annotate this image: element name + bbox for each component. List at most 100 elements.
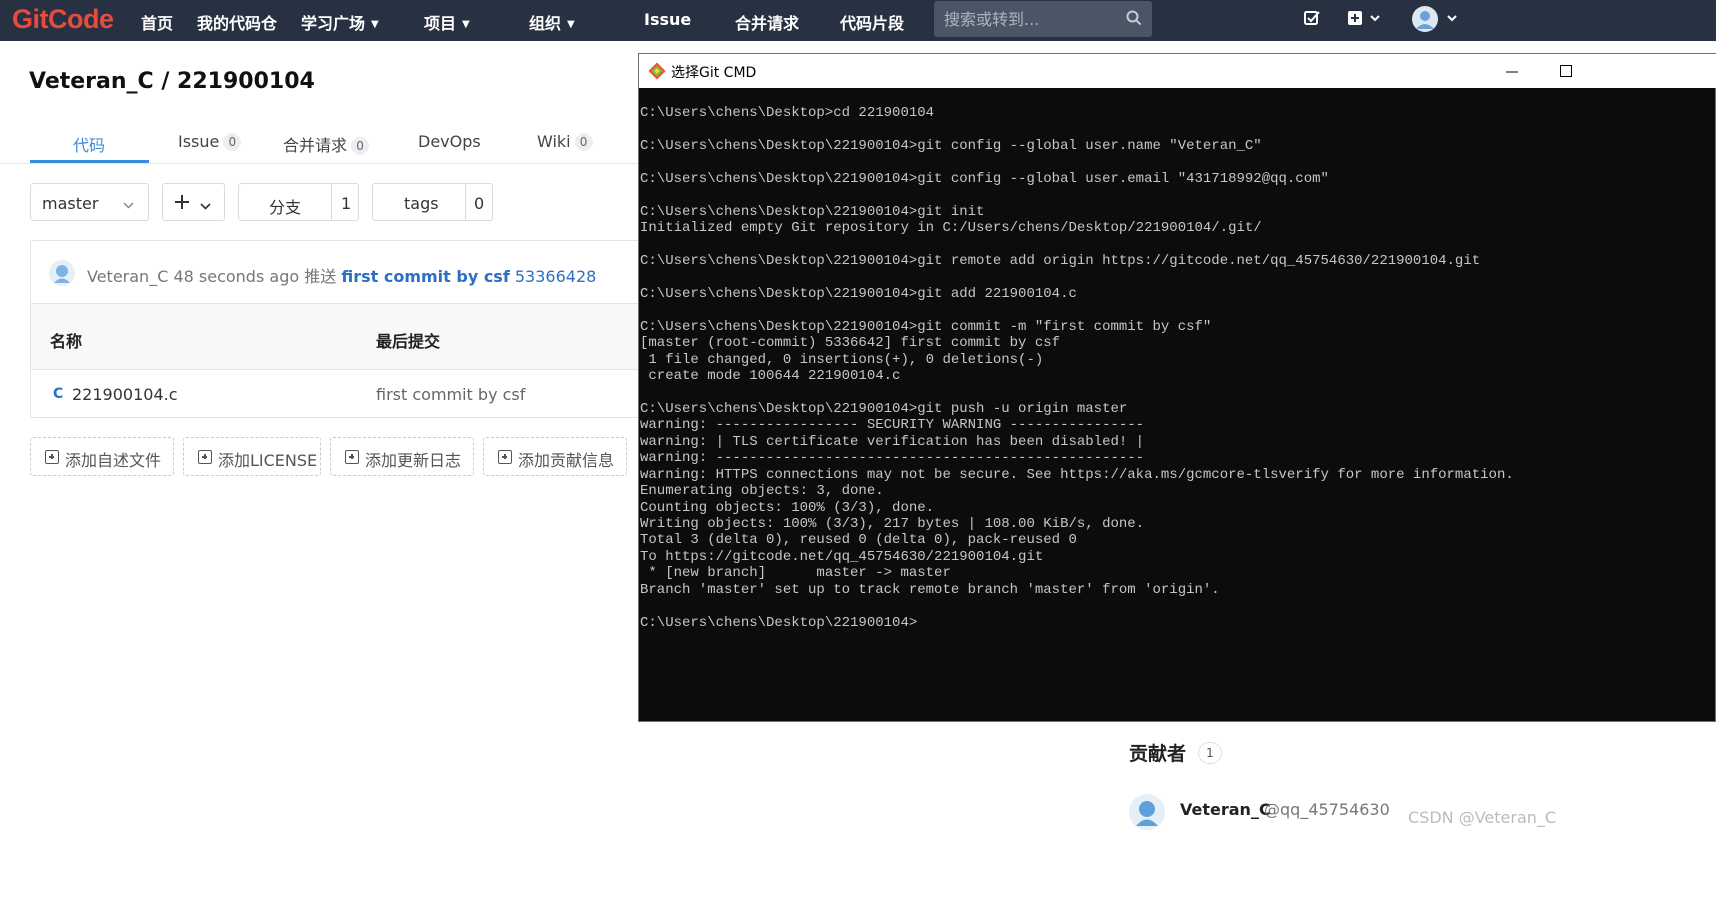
commit-author[interactable]: Veteran_C [87,267,168,286]
tab-merge-requests-label: 合并请求 [283,136,348,155]
terminal-line: C:\Users\chens\Desktop>cd 221900104 [640,105,935,121]
branches-button[interactable]: 分支 1 [238,183,359,221]
terminal-line: Initialized empty Git repository in C:/U… [640,220,1262,237]
commit-action: 推送 [304,267,337,286]
terminal-line: [master (root-commit) 5336642] first com… [640,335,1061,352]
terminal-line: warning: HTTPS connections may not be se… [640,466,1514,483]
tab-issue[interactable]: Issue 0 [178,132,242,151]
terminal-line: Writing objects: 100% (3/3), 217 bytes |… [640,515,1145,532]
add-license-label: 添加LICENSE [218,451,318,470]
plus-icon [174,194,190,214]
nav-home[interactable]: 首页 [141,10,173,34]
file-name-link[interactable]: 221900104.c [72,385,178,404]
terminal-line: C:\Users\chens\Desktop\221900104>git add… [640,285,1077,302]
column-header-name: 名称 [50,332,83,351]
contributors-heading: 贡献者 [1129,743,1187,765]
wiki-count-badge: 0 [574,133,593,151]
avatar[interactable] [48,259,76,291]
cmd-titlebar[interactable]: 选择Git CMD [639,54,1716,88]
add-readme-label: 添加自述文件 [65,451,162,470]
divider [465,184,466,220]
add-contributing-button[interactable]: 添加贡献信息 [483,437,627,476]
nav-my-repos-label: 我的代码仓 [197,14,278,33]
todo-check-icon[interactable] [1303,9,1321,31]
nav-issue[interactable]: Issue [644,10,691,29]
terminal-line: C:\Users\chens\Desktop\221900104>git rem… [640,252,1481,269]
plus-square-icon [345,450,359,464]
column-header-last-commit: 最后提交 [376,332,441,351]
branch-select[interactable]: master [30,183,149,221]
tab-merge-requests[interactable]: 合并请求 0 [283,132,370,156]
plus-square-icon [498,450,512,464]
chevron-down-icon: ▼ [567,19,575,30]
latest-commit-bar: Veteran_C 48 seconds ago 推送 first commit… [31,241,651,304]
terminal-output[interactable]: C:\Users\chens\Desktop>cd 221900104 C:\Us… [640,105,1716,721]
active-tab-indicator [30,160,149,163]
add-readme-button[interactable]: 添加自述文件 [30,437,174,476]
contributor-handle[interactable]: @qq_45754630 [1264,800,1390,819]
terminal-line: Counting objects: 100% (3/3), done. [640,499,935,516]
commit-hash-link[interactable]: 53366428 [515,267,596,286]
plus-square-icon [198,450,212,464]
chevron-down-icon: ▼ [462,19,470,30]
tab-devops[interactable]: DevOps [418,132,481,151]
add-contributing-label: 添加贡献信息 [518,451,615,470]
project-tabs: 代码 Issue 0 合并请求 0 DevOps Wiki 0 [0,118,640,164]
commit-time: 48 seconds ago [173,267,300,286]
nav-my-repos[interactable]: 我的代码仓 [197,10,277,34]
avatar[interactable] [1128,793,1166,835]
add-license-button[interactable]: 添加LICENSE [183,437,321,476]
project-title[interactable]: Veteran_C / 221900104 [29,69,315,94]
tab-wiki[interactable]: Wiki 0 [537,132,593,151]
terminal-line: Branch 'master' set up to track remote b… [640,581,1220,598]
nav-merge-requests[interactable]: 合并请求 [735,10,799,34]
search-input[interactable] [944,9,1124,29]
branches-count: 1 [341,194,352,213]
minimize-icon[interactable] [1505,64,1519,83]
search-icon[interactable] [1126,10,1142,30]
nav-snippets-label: 代码片段 [840,14,905,33]
nav-groups[interactable]: 组织 ▼ [529,10,575,34]
search-box [934,1,1152,37]
terminal-line: warning: | TLS certificate verification … [640,433,1145,450]
terminal-line: Enumerating objects: 3, done. [640,483,884,500]
tags-count: 0 [474,194,485,213]
terminal-line: warning: -------------------------------… [640,450,1145,467]
commit-message-link[interactable]: first commit by csf [341,267,509,286]
nav-snippets[interactable]: 代码片段 [840,10,904,34]
chevron-down-icon: ▼ [371,19,379,30]
issue-count-badge: 0 [223,133,242,151]
add-changelog-button[interactable]: 添加更新日志 [330,437,474,476]
terminal-line: C:\Users\chens\Desktop\221900104> [640,614,918,631]
csdn-watermark: CSDN @Veteran_C [1408,808,1557,827]
table-header: 名称 最后提交 [31,304,651,370]
terminal-line: * [new branch] master -> master [640,565,951,582]
git-cmd-window[interactable]: 选择Git CMD C:\Users\chens\Desktop>cd 2219… [638,53,1716,722]
create-new-icon[interactable] [1347,9,1383,31]
add-changelog-label: 添加更新日志 [365,451,462,470]
tab-code[interactable]: 代码 [73,132,105,156]
tags-button[interactable]: tags 0 [372,183,493,221]
nav-learning[interactable]: 学习广场 ▼ [301,10,379,34]
add-menu-button[interactable] [162,183,225,221]
gitcode-logo[interactable]: GitCode [12,4,114,35]
file-last-commit[interactable]: first commit by csf [376,385,525,404]
contributor-name[interactable]: Veteran_C [1180,800,1271,819]
cmd-window-title: 选择Git CMD [671,65,757,81]
terminal-line: 1 file changed, 0 insertions(+), 0 delet… [640,351,1044,368]
nav-projects[interactable]: 项目 ▼ [424,10,470,34]
contributors-count-badge: 1 [1198,742,1222,764]
user-avatar[interactable] [1411,5,1463,37]
table-row[interactable]: C 221900104.c first commit by csf [31,370,651,418]
divider [331,184,332,220]
nav-learning-label: 学习广场 [301,14,366,33]
terminal-line: C:\Users\chens\Desktop\221900104>git com… [640,318,1212,335]
maximize-icon[interactable] [1559,63,1573,82]
chevron-down-icon [123,196,134,215]
